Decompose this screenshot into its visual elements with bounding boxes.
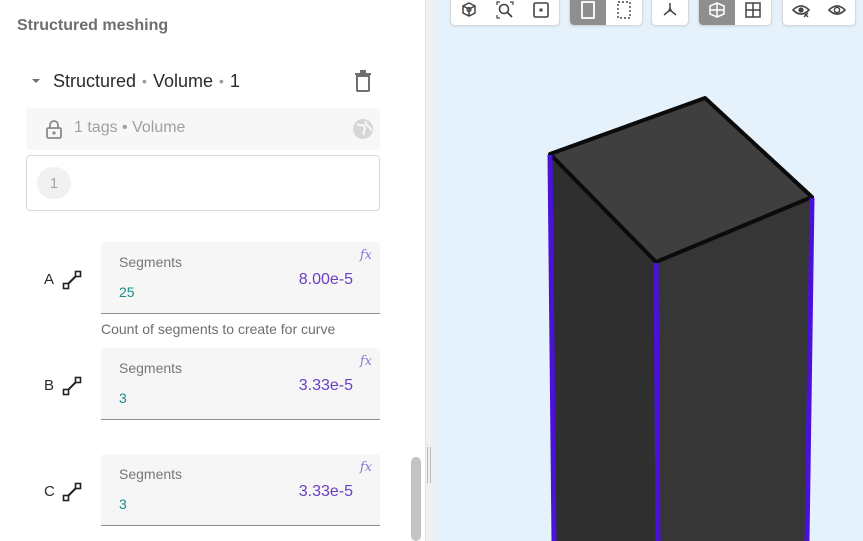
section-plane-button[interactable]: [699, 0, 735, 25]
zoom-fit-icon: [496, 1, 514, 19]
group-kind: Volume: [152, 70, 213, 91]
segment-length: 8.00e-5: [298, 271, 353, 288]
segments-value[interactable]: 3: [119, 496, 127, 512]
panel-scrollbar[interactable]: [411, 457, 421, 541]
group-index: 1: [229, 70, 240, 91]
zoom-fit-button[interactable]: [487, 0, 523, 25]
curve-row-a: A Segments 25 8.00e-5 fx Count of segmen…: [26, 242, 382, 342]
collapse-caret-icon[interactable]: [29, 74, 43, 88]
properties-panel: Structured meshing Structured • Volume •…: [0, 0, 425, 541]
segments-value[interactable]: 25: [119, 284, 135, 300]
segments-field[interactable]: Segments 3 3.33e-5 fx: [101, 454, 380, 526]
tag-chip[interactable]: 1: [37, 167, 71, 199]
curve-letter: C: [44, 483, 55, 500]
tag-input[interactable]: 1: [26, 155, 380, 211]
section-plane-icon: [709, 2, 725, 18]
curve-segment-icon: [62, 482, 82, 502]
segment-length: 3.33e-5: [298, 483, 353, 500]
group-label: Structured • Volume • 1: [53, 71, 240, 92]
curve-letter: B: [44, 377, 55, 394]
solid-view-icon: [581, 1, 595, 19]
segments-label: Segments: [119, 360, 183, 376]
axes-button[interactable]: [652, 0, 688, 25]
view-toolbar-group: [450, 0, 560, 26]
curve-segment-icon: [62, 376, 82, 396]
view-cube-icon: [462, 2, 476, 17]
visibility-toolbar-group: [782, 0, 856, 26]
curve-row-c: C Segments 3 3.33e-5 fx: [26, 454, 382, 526]
show-hidden-button[interactable]: [783, 0, 819, 25]
grid-icon: [745, 2, 761, 18]
curve-segment-icon: [62, 270, 82, 290]
solid-view-button[interactable]: [570, 0, 606, 25]
axes-toolbar-group: [651, 0, 689, 26]
separator-dot: •: [142, 73, 147, 89]
formula-icon[interactable]: fx: [360, 248, 372, 263]
segments-label: Segments: [119, 254, 183, 270]
globe-icon[interactable]: [352, 118, 374, 140]
separator-dot: •: [219, 73, 224, 89]
curve-row-b: B Segments 3 3.33e-5 fx: [26, 348, 382, 420]
segments-field[interactable]: Segments 3 3.33e-5 fx: [101, 348, 380, 420]
group-header[interactable]: Structured • Volume • 1: [26, 66, 382, 96]
segments-label: Segments: [119, 466, 183, 482]
resize-handle[interactable]: [427, 447, 431, 483]
render-mode-toolbar-group: [569, 0, 643, 26]
lock-icon[interactable]: [45, 119, 63, 139]
frame-selection-button[interactable]: [523, 0, 559, 25]
formula-icon[interactable]: fx: [360, 354, 372, 369]
selected-edge-front[interactable]: [653, 262, 661, 541]
frame-selection-icon: [533, 2, 549, 18]
axes-icon: [663, 3, 677, 16]
3d-scene[interactable]: [433, 0, 863, 541]
tag-summary-text: 1 tags • Volume: [74, 119, 186, 136]
tag-summary-row: 1 tags • Volume: [26, 108, 380, 150]
curve-letter: A: [44, 271, 55, 288]
3d-viewport[interactable]: [433, 0, 863, 541]
grid-button[interactable]: [735, 0, 771, 25]
section-title: Structured meshing: [17, 17, 169, 34]
helper-text: Count of segments to create for curve: [101, 321, 336, 337]
visibility-icon: [828, 5, 846, 15]
wireframe-view-icon: [617, 1, 631, 19]
group-name: Structured: [53, 70, 137, 91]
show-hidden-icon: [792, 5, 810, 18]
segments-value[interactable]: 3: [119, 390, 127, 406]
section-toolbar-group: [698, 0, 772, 26]
visibility-button[interactable]: [819, 0, 855, 25]
view-cube-button[interactable]: [451, 0, 487, 25]
delete-trash-icon[interactable]: [354, 70, 372, 92]
segments-field[interactable]: Segments 25 8.00e-5 fx: [101, 242, 380, 314]
formula-icon[interactable]: fx: [360, 460, 372, 475]
wireframe-view-button[interactable]: [606, 0, 642, 25]
segment-length: 3.33e-5: [298, 377, 353, 394]
